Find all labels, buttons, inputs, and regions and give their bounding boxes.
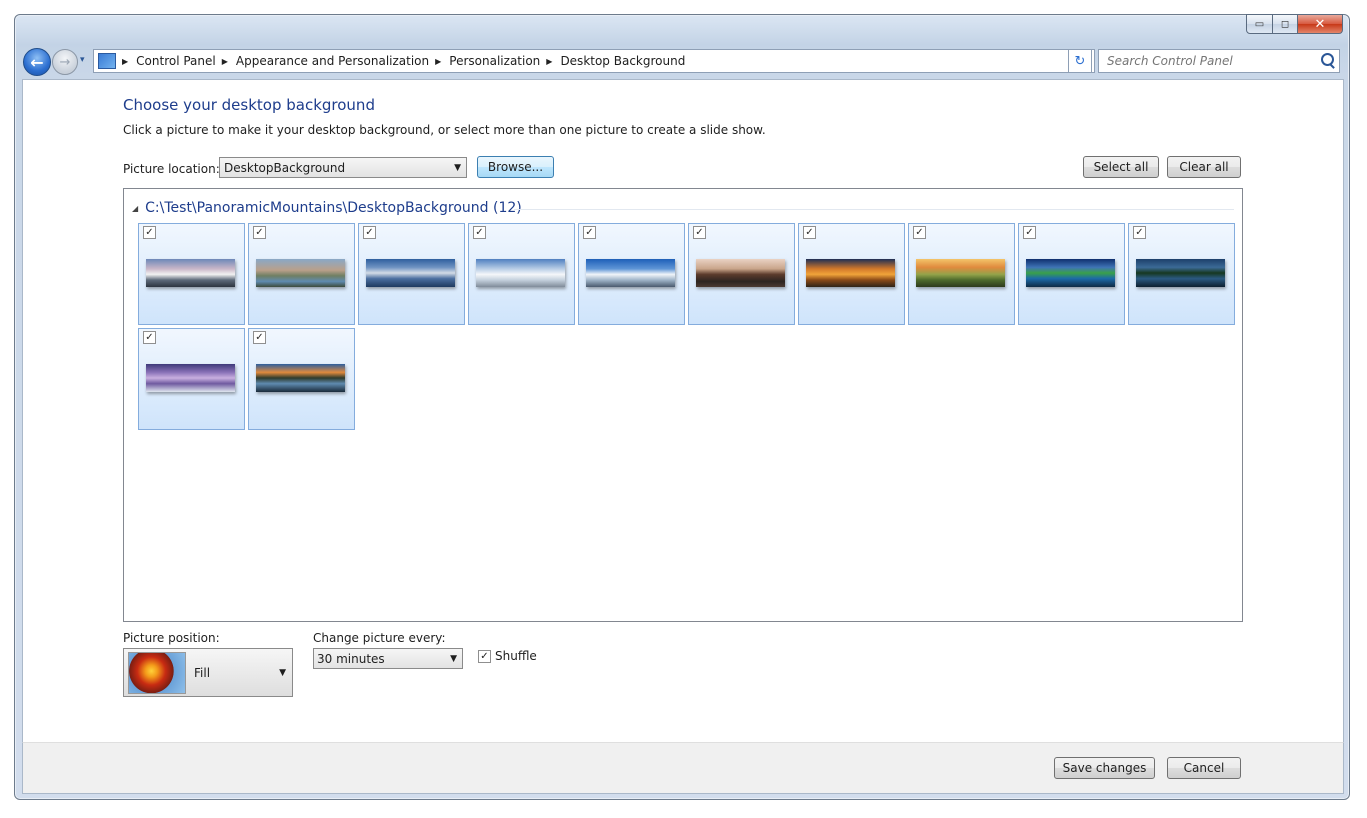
minimize-button[interactable]: ▭ bbox=[1246, 14, 1273, 34]
save-changes-button[interactable]: Save changes bbox=[1054, 757, 1155, 779]
picture-checkbox[interactable]: ✓ bbox=[473, 226, 486, 239]
search-box[interactable] bbox=[1098, 49, 1340, 73]
flower-preview-icon bbox=[128, 652, 186, 694]
picture-checkbox[interactable]: ✓ bbox=[253, 226, 266, 239]
content-pane: Choose your desktop background Click a p… bbox=[22, 79, 1344, 744]
golden-cliffs-icon bbox=[806, 259, 895, 287]
breadcrumb-desktop-background[interactable]: Desktop Background bbox=[560, 54, 685, 68]
group-divider bbox=[514, 209, 1234, 210]
select-all-button[interactable]: Select all bbox=[1083, 156, 1159, 178]
picture-checkbox[interactable]: ✓ bbox=[583, 226, 596, 239]
maximize-button[interactable]: ◻ bbox=[1273, 14, 1298, 34]
shuffle-label[interactable]: Shuffle bbox=[495, 649, 537, 663]
change-picture-value: 30 minutes bbox=[317, 651, 385, 666]
chevron-down-icon: ▼ bbox=[279, 668, 286, 678]
footer-bar: Save changes Cancel bbox=[22, 742, 1344, 794]
browse-button[interactable]: Browse... bbox=[477, 156, 554, 178]
sunrise-valley-icon bbox=[916, 259, 1005, 287]
change-picture-interval-select[interactable]: 30 minutes ▼ bbox=[313, 648, 463, 669]
picture-checkbox[interactable]: ✓ bbox=[913, 226, 926, 239]
picture-position-label: Picture position: bbox=[123, 631, 220, 645]
navigation-bar: ← → ▾ ▶ Control Panel ▶ Appearance and P… bbox=[23, 46, 1341, 76]
close-icon: ✕ bbox=[1314, 16, 1326, 32]
glacier-blue-sky-icon bbox=[586, 259, 675, 287]
snowy-peak-sunset-icon bbox=[146, 259, 235, 287]
collapse-icon[interactable]: ◢ bbox=[132, 204, 138, 213]
picture-gallery: ◢ C:\Test\PanoramicMountains\DesktopBack… bbox=[123, 188, 1243, 622]
picture-checkbox[interactable]: ✓ bbox=[693, 226, 706, 239]
refresh-icon: ↻ bbox=[1074, 53, 1086, 69]
picture-location-label: Picture location: bbox=[123, 162, 220, 176]
breadcrumb-separator-icon[interactable]: ▶ bbox=[435, 57, 441, 66]
picture-tile[interactable]: ✓ bbox=[1128, 223, 1235, 325]
recent-pages-button[interactable]: ▾ bbox=[80, 55, 85, 65]
control-panel-icon bbox=[98, 53, 116, 69]
picture-tile[interactable]: ✓ bbox=[578, 223, 685, 325]
picture-tile[interactable]: ✓ bbox=[908, 223, 1015, 325]
picture-tile[interactable]: ✓ bbox=[138, 328, 245, 430]
search-input[interactable] bbox=[1105, 51, 1319, 71]
chevron-down-icon: ▼ bbox=[454, 163, 461, 173]
dark-lake-reflection-icon bbox=[1136, 259, 1225, 287]
change-picture-label: Change picture every: bbox=[313, 631, 446, 645]
breadcrumb-separator-icon[interactable]: ▶ bbox=[122, 57, 128, 66]
shuffle-option[interactable]: ✓ Shuffle bbox=[478, 649, 537, 663]
blue-lake-mountains-icon bbox=[366, 259, 455, 287]
picture-tile[interactable]: ✓ bbox=[688, 223, 795, 325]
alpine-lake-icon bbox=[256, 259, 345, 287]
picture-checkbox[interactable]: ✓ bbox=[803, 226, 816, 239]
picture-checkbox[interactable]: ✓ bbox=[143, 226, 156, 239]
forward-arrow-icon: → bbox=[59, 54, 71, 70]
picture-tile[interactable]: ✓ bbox=[798, 223, 905, 325]
folder-group-header[interactable]: ◢ C:\Test\PanoramicMountains\DesktopBack… bbox=[132, 200, 522, 216]
cancel-button[interactable]: Cancel bbox=[1167, 757, 1241, 779]
folder-group-title: C:\Test\PanoramicMountains\DesktopBackgr… bbox=[145, 200, 522, 216]
page-title: Choose your desktop background bbox=[123, 96, 375, 114]
picture-tile[interactable]: ✓ bbox=[358, 223, 465, 325]
refresh-button[interactable]: ↻ bbox=[1068, 49, 1092, 73]
picture-position-select[interactable]: Fill ▼ bbox=[123, 648, 293, 697]
picture-checkbox[interactable]: ✓ bbox=[253, 331, 266, 344]
chevron-down-icon: ▼ bbox=[450, 654, 457, 664]
picture-tile[interactable]: ✓ bbox=[138, 223, 245, 325]
snow-field-icon bbox=[476, 259, 565, 287]
minimize-icon: ▭ bbox=[1254, 18, 1265, 30]
picture-checkbox[interactable]: ✓ bbox=[143, 331, 156, 344]
breadcrumb-separator-icon[interactable]: ▶ bbox=[222, 57, 228, 66]
green-lake-icon bbox=[1026, 259, 1115, 287]
search-icon[interactable] bbox=[1321, 53, 1334, 66]
clear-all-button[interactable]: Clear all bbox=[1167, 156, 1241, 178]
breadcrumb-personalization[interactable]: Personalization bbox=[449, 54, 540, 68]
picture-position-value: Fill bbox=[194, 666, 211, 680]
back-button[interactable]: ← bbox=[23, 48, 51, 76]
purple-shore-icon bbox=[146, 364, 235, 392]
forward-button[interactable]: → bbox=[52, 49, 78, 75]
sunset-reflection-icon bbox=[256, 364, 345, 392]
picture-tile[interactable]: ✓ bbox=[1018, 223, 1125, 325]
picture-tile[interactable]: ✓ bbox=[248, 328, 355, 430]
rock-towers-dusk-icon bbox=[696, 259, 785, 287]
page-subtitle: Click a picture to make it your desktop … bbox=[123, 123, 766, 137]
picture-tile[interactable]: ✓ bbox=[248, 223, 355, 325]
breadcrumb-separator-icon[interactable]: ▶ bbox=[546, 57, 552, 66]
shuffle-checkbox[interactable]: ✓ bbox=[478, 649, 491, 663]
picture-checkbox[interactable]: ✓ bbox=[1133, 226, 1146, 239]
close-button[interactable]: ✕ bbox=[1298, 14, 1343, 34]
picture-checkbox[interactable]: ✓ bbox=[363, 226, 376, 239]
picture-checkbox[interactable]: ✓ bbox=[1023, 226, 1036, 239]
picture-location-select[interactable]: DesktopBackground ▼ bbox=[219, 157, 467, 178]
breadcrumb-control-panel[interactable]: Control Panel bbox=[136, 54, 216, 68]
back-arrow-icon: ← bbox=[30, 52, 44, 72]
control-panel-window: ▭ ◻ ✕ ← → ▾ ▶ Control Panel ▶ Appearance… bbox=[14, 14, 1350, 800]
picture-tile[interactable]: ✓ bbox=[468, 223, 575, 325]
address-bar[interactable]: ▶ Control Panel ▶ Appearance and Persona… bbox=[93, 49, 1095, 73]
caption-buttons: ▭ ◻ ✕ bbox=[1246, 14, 1343, 34]
breadcrumb-appearance[interactable]: Appearance and Personalization bbox=[236, 54, 429, 68]
maximize-icon: ◻ bbox=[1280, 18, 1290, 30]
picture-location-value: DesktopBackground bbox=[224, 160, 346, 175]
